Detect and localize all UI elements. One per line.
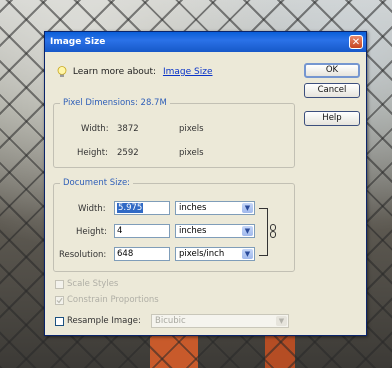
resolution-unit-select[interactable]: pixels/inch ▼ [175,247,255,261]
pixel-height-value: 2592 [117,148,139,158]
learn-more-row: Learn more about: Image Size [57,65,212,79]
resample-method-select[interactable]: Bicubic ▼ [151,314,289,328]
constrain-proportions-checkbox[interactable] [55,296,64,305]
doc-width-value: 5.975 [117,203,144,213]
close-icon[interactable]: ✕ [349,35,363,49]
pixel-width-label: Width: [81,124,109,134]
doc-width-label: Width: [78,204,106,214]
pixel-width-value: 3872 [117,124,139,134]
resolution-label: Resolution: [59,250,107,260]
resolution-unit-value: pixels/inch [179,249,225,259]
document-size-legend: Document Size: [63,178,131,188]
scale-styles-checkbox[interactable] [55,280,64,289]
doc-height-unit-select[interactable]: inches ▼ [175,224,255,238]
resample-method-value: Bicubic [155,316,186,326]
lightbulb-icon [57,65,67,77]
doc-width-unit-select[interactable]: inches ▼ [175,201,255,215]
cancel-button[interactable]: Cancel [304,83,360,98]
ok-button[interactable]: OK [304,63,360,78]
resample-image-checkbox[interactable] [55,317,64,326]
dialog-title: Image Size [50,37,106,47]
doc-height-label: Height: [76,227,107,237]
pixel-height-label: Height: [77,148,108,158]
resample-image-label: Resample Image: [67,316,141,326]
chevron-down-icon: ▼ [242,203,253,213]
pixel-height-unit: pixels [179,148,204,158]
resolution-value: 648 [117,249,134,259]
checkmark-icon [56,297,63,304]
dialog-titlebar[interactable]: Image Size ✕ [45,32,366,52]
chevron-down-icon: ▼ [276,316,287,326]
chevron-down-icon: ▼ [242,249,253,259]
chevron-down-icon: ▼ [242,226,253,236]
doc-height-unit-value: inches [179,226,207,236]
pixel-width-unit: pixels [179,124,204,134]
chain-link-icon [270,224,276,238]
image-size-help-link[interactable]: Image Size [163,67,213,77]
doc-width-input[interactable]: 5.975 [114,201,170,215]
help-button[interactable]: Help [304,111,360,126]
doc-width-unit-value: inches [179,203,207,213]
image-size-dialog: Image Size ✕ Learn more about: Image Siz… [44,31,367,336]
proportions-link-bracket [259,208,268,256]
pixel-dimensions-legend: Pixel Dimensions: 28.7M [63,98,167,108]
doc-height-value: 4 [117,226,123,236]
resolution-input[interactable]: 648 [114,247,170,261]
scale-styles-label: Scale Styles [67,279,119,289]
constrain-proportions-label: Constrain Proportions [67,295,159,305]
learn-more-label: Learn more about: [72,67,157,77]
doc-height-input[interactable]: 4 [114,224,170,238]
